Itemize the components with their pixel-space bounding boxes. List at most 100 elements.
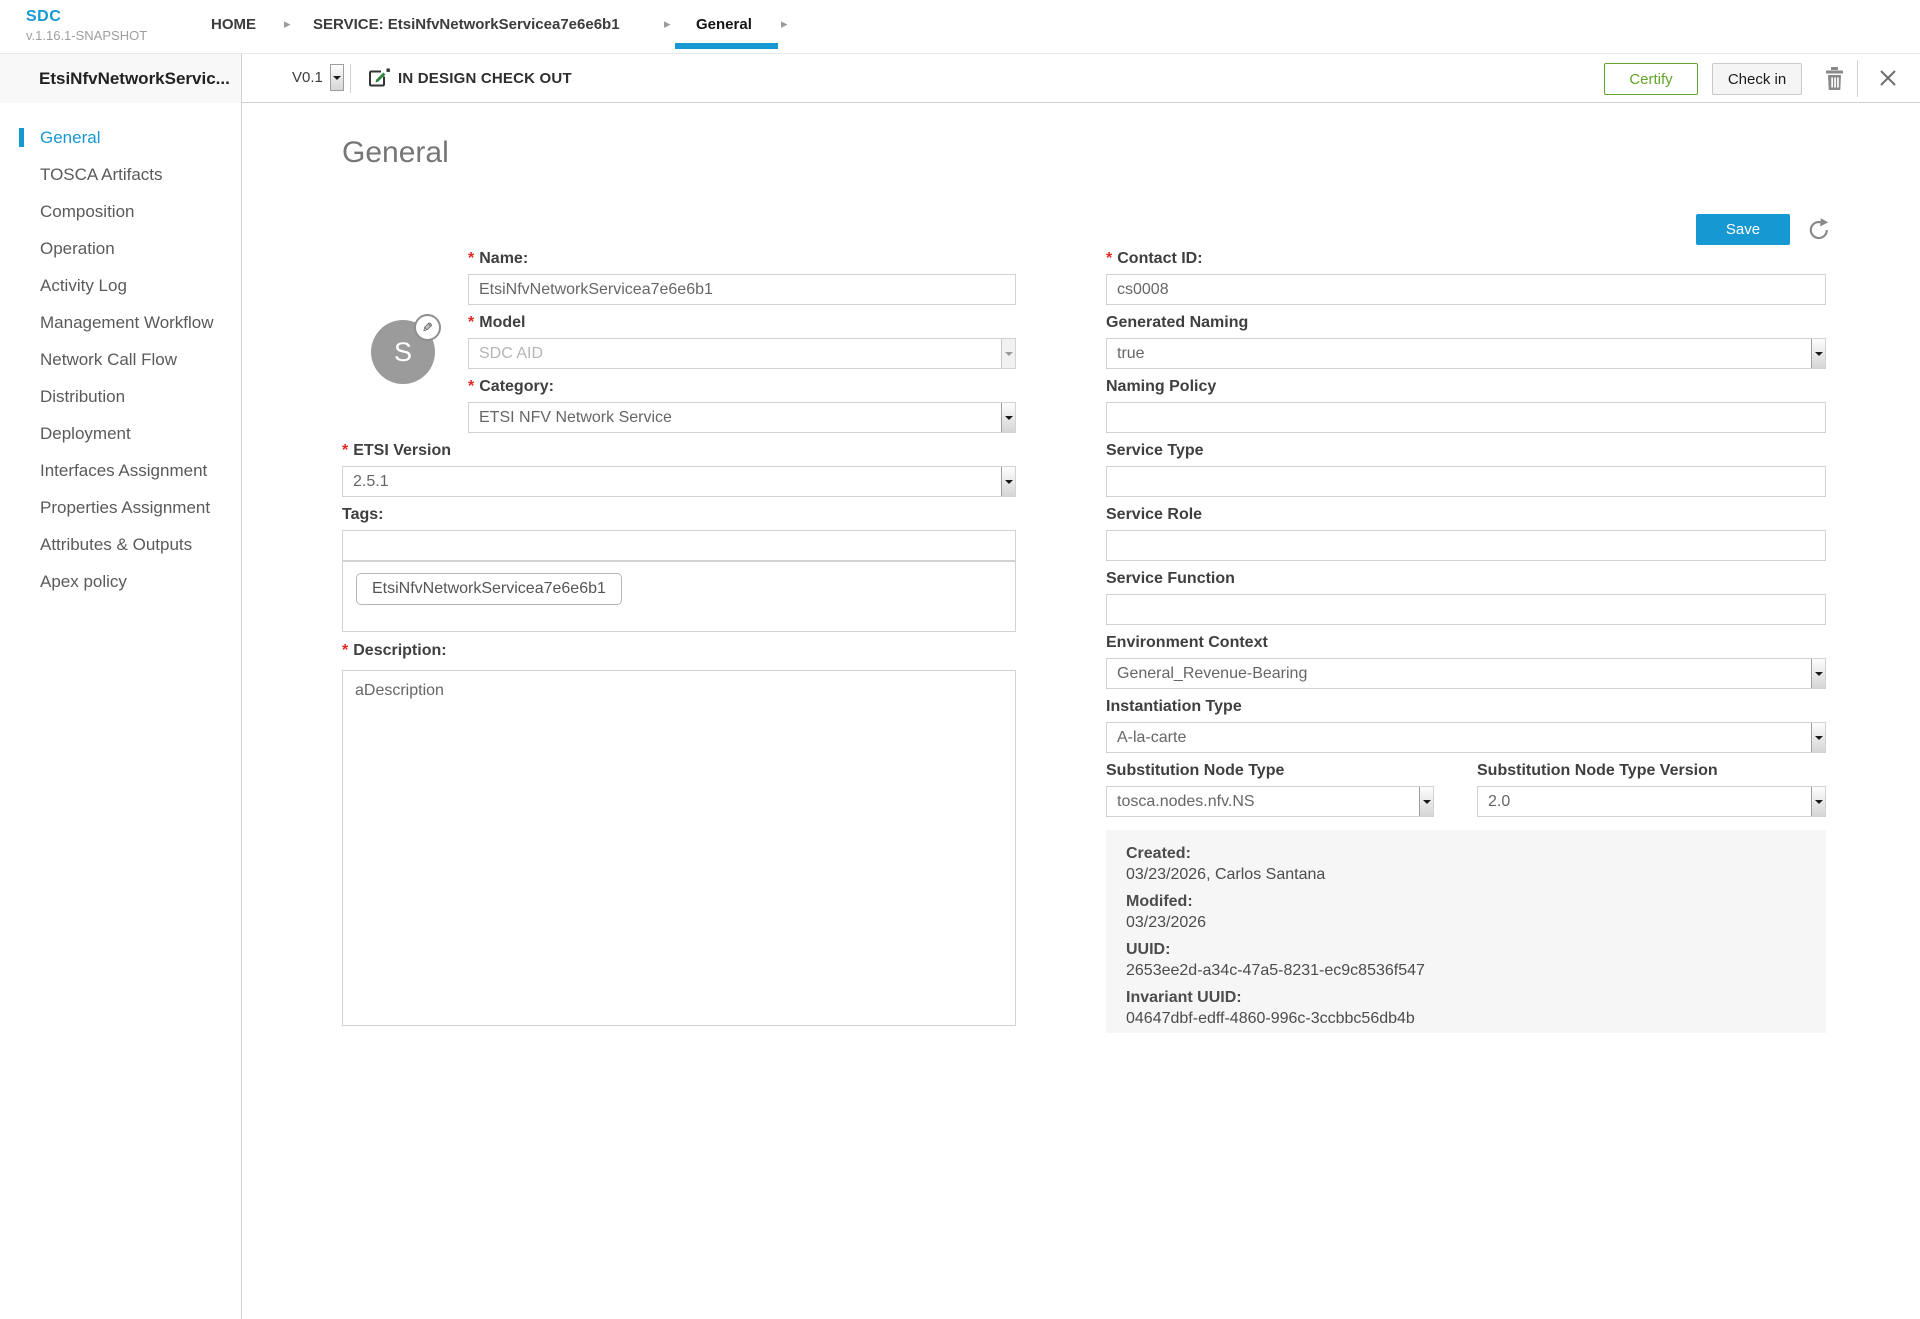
check-in-button[interactable]: Check in	[1712, 63, 1802, 95]
generated-naming-select[interactable]: true	[1106, 338, 1826, 369]
substitution-node-type-version-label: Substitution Node Type Version	[1477, 762, 1826, 780]
model-value: SDC AID	[479, 339, 543, 368]
sidebar-item-tosca-artifacts[interactable]: TOSCA Artifacts	[0, 156, 241, 193]
sidebar-item-network-call-flow[interactable]: Network Call Flow	[0, 341, 241, 378]
sidebar-item-properties-assignment[interactable]: Properties Assignment	[0, 489, 241, 526]
required-marker: *	[468, 378, 474, 395]
etsi-version-value: 2.5.1	[353, 467, 389, 496]
field-naming-policy: Naming Policy	[1106, 378, 1826, 433]
revert-icon	[1806, 217, 1832, 243]
delete-button[interactable]	[1823, 65, 1846, 95]
avatar-letter: S	[394, 337, 412, 368]
chevron-down-icon	[1811, 723, 1825, 752]
tag-chip[interactable]: EtsiNfvNetworkServicea7e6e6b1	[356, 573, 622, 605]
tags-input[interactable]	[342, 530, 1016, 561]
environment-context-select[interactable]: General_Revenue-Bearing	[1106, 658, 1826, 689]
category-select[interactable]: ETSI NFV Network Service	[468, 402, 1016, 433]
uuid-value: 2653ee2d-a34c-47a5-8231-ec9c8536f547	[1126, 960, 1806, 981]
contact-id-label: Contact ID:	[1117, 250, 1202, 267]
revert-button[interactable]	[1806, 217, 1832, 243]
service-role-label: Service Role	[1106, 506, 1826, 524]
active-tab-underline	[675, 43, 778, 49]
substitution-node-type-value: tosca.nodes.nfv.NS	[1117, 787, 1255, 816]
contact-id-input[interactable]	[1106, 274, 1826, 305]
version-dropdown-arrow-icon[interactable]	[330, 64, 344, 91]
chevron-down-icon	[1811, 787, 1825, 816]
close-icon	[1877, 67, 1899, 89]
service-function-input[interactable]	[1106, 594, 1826, 625]
trash-icon	[1823, 65, 1846, 92]
field-service-type: Service Type	[1106, 442, 1826, 497]
sidebar-item-composition[interactable]: Composition	[0, 193, 241, 230]
chevron-down-icon	[1001, 403, 1015, 432]
edit-avatar-button[interactable]: ✎	[414, 314, 441, 341]
description-textarea[interactable]: aDescription	[342, 670, 1016, 1026]
etsi-version-select[interactable]: 2.5.1	[342, 466, 1016, 497]
service-function-label: Service Function	[1106, 570, 1826, 588]
tags-label: Tags:	[342, 506, 383, 523]
sidebar-item-attributes-outputs[interactable]: Attributes & Outputs	[0, 526, 241, 563]
pencil-icon: ✎	[422, 320, 433, 336]
instantiation-type-value: A-la-carte	[1117, 723, 1186, 752]
instantiation-type-select[interactable]: A-la-carte	[1106, 722, 1826, 753]
service-type-input[interactable]	[1106, 466, 1826, 497]
sdc-logo[interactable]: SDC	[26, 8, 61, 26]
chevron-right-icon: ▸	[781, 16, 788, 32]
modified-value: 03/23/2026	[1126, 912, 1806, 933]
page-title: General	[342, 136, 449, 170]
field-description: *Description:	[342, 642, 1016, 666]
modified-label: Modifed:	[1126, 891, 1806, 912]
substitution-node-type-version-value: 2.0	[1488, 787, 1510, 816]
sidebar-item-apex-policy[interactable]: Apex policy	[0, 563, 241, 600]
breadcrumb-home[interactable]: HOME	[211, 16, 256, 33]
sidebar-item-deployment[interactable]: Deployment	[0, 415, 241, 452]
chevron-down-icon	[1419, 787, 1433, 816]
save-button[interactable]: Save	[1696, 214, 1790, 245]
generated-naming-label: Generated Naming	[1106, 314, 1826, 332]
model-label: Model	[479, 314, 525, 331]
substitution-node-type-version-select[interactable]: 2.0	[1477, 786, 1826, 817]
sidebar-item-interfaces-assignment[interactable]: Interfaces Assignment	[0, 452, 241, 489]
breadcrumb-service[interactable]: SERVICE: EtsiNfvNetworkServicea7e6e6b1	[313, 16, 620, 33]
sidebar-item-distribution[interactable]: Distribution	[0, 378, 241, 415]
category-value: ETSI NFV Network Service	[479, 403, 672, 432]
chevron-down-icon	[1811, 339, 1825, 368]
field-instantiation-type: Instantiation Type A-la-carte	[1106, 698, 1826, 753]
metadata-box: Created: 03/23/2026, Carlos Santana Modi…	[1106, 830, 1826, 1033]
uuid-label: UUID:	[1126, 939, 1806, 960]
field-category: *Category: ETSI NFV Network Service	[468, 378, 1016, 433]
required-marker: *	[468, 314, 474, 331]
etsi-version-label: ETSI Version	[353, 442, 451, 459]
invariant-uuid-value: 04647dbf-edff-4860-996c-3ccbbc56db4b	[1126, 1008, 1806, 1029]
naming-policy-input[interactable]	[1106, 402, 1826, 433]
breadcrumb-general[interactable]: General	[696, 16, 752, 33]
left-nav: General TOSCA Artifacts Composition Oper…	[0, 103, 242, 1319]
sdc-general-page: SDC v.1.16.1-SNAPSHOT HOME ▸ SERVICE: Et…	[0, 0, 1920, 1319]
field-name: *Name:	[468, 250, 1016, 305]
field-service-function: Service Function	[1106, 570, 1826, 625]
toolbar-divider	[350, 64, 351, 93]
required-marker: *	[1106, 250, 1112, 267]
sidebar-item-operation[interactable]: Operation	[0, 230, 241, 267]
required-marker: *	[468, 250, 474, 267]
top-nav: SDC v.1.16.1-SNAPSHOT HOME ▸ SERVICE: Et…	[0, 0, 1920, 54]
environment-context-value: General_Revenue-Bearing	[1117, 659, 1307, 688]
sidebar-item-general[interactable]: General	[0, 119, 241, 156]
certify-button[interactable]: Certify	[1604, 63, 1698, 95]
name-input[interactable]	[468, 274, 1016, 305]
sidebar-item-activity-log[interactable]: Activity Log	[0, 267, 241, 304]
sidebar-item-management-workflow[interactable]: Management Workflow	[0, 304, 241, 341]
created-label: Created:	[1126, 843, 1806, 864]
checkout-status-icon	[366, 67, 391, 90]
substitution-node-type-select[interactable]: tosca.nodes.nfv.NS	[1106, 786, 1434, 817]
close-button[interactable]	[1877, 67, 1899, 92]
created-value: 03/23/2026, Carlos Santana	[1126, 864, 1806, 885]
instantiation-type-label: Instantiation Type	[1106, 698, 1826, 716]
generated-naming-value: true	[1117, 339, 1145, 368]
app-version: v.1.16.1-SNAPSHOT	[26, 28, 147, 43]
field-etsi-version: *ETSI Version 2.5.1	[342, 442, 1016, 497]
field-contact-id: * Contact ID:	[1106, 250, 1826, 305]
lifecycle-status-label: IN DESIGN CHECK OUT	[398, 70, 572, 87]
version-selector-value[interactable]: V0.1	[292, 69, 323, 86]
service-role-input[interactable]	[1106, 530, 1826, 561]
